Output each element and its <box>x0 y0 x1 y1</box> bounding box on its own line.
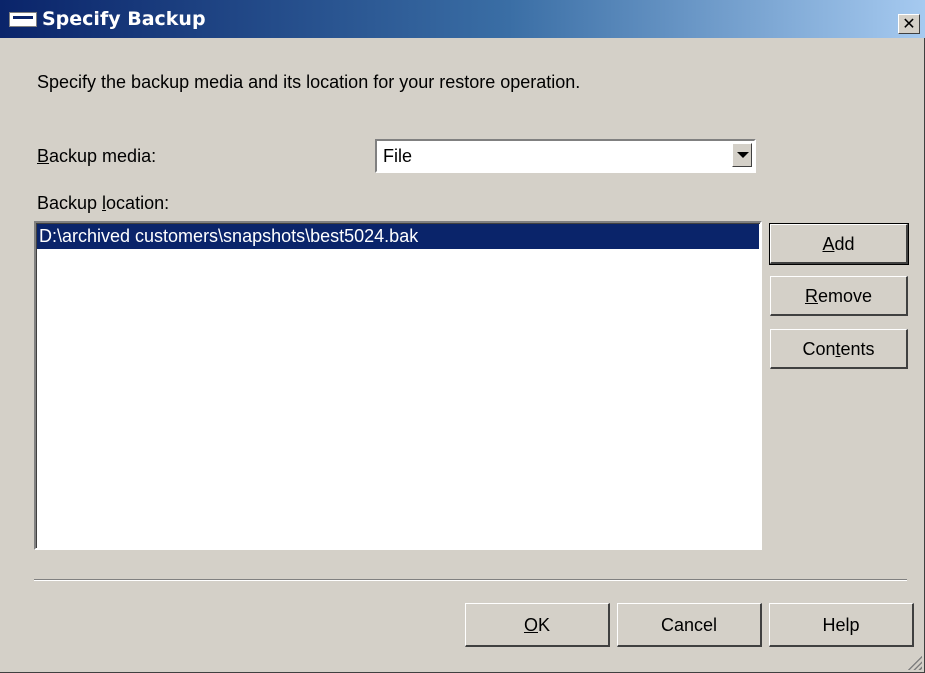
contents-button[interactable]: Contents <box>770 329 908 369</box>
cancel-button[interactable]: Cancel <box>617 603 762 647</box>
backup-media-value: File <box>383 146 413 166</box>
resize-grip-icon[interactable] <box>906 654 922 670</box>
chevron-down-icon[interactable] <box>732 143 752 167</box>
specify-backup-dialog: Specify Backup ✕ Specify the backup medi… <box>0 0 925 673</box>
close-icon[interactable]: ✕ <box>898 14 920 34</box>
list-item[interactable]: D:\archived customers\snapshots\best5024… <box>37 224 759 249</box>
backup-location-label: Backup location: <box>37 193 170 213</box>
backup-location-list[interactable]: D:\archived customers\snapshots\best5024… <box>34 221 762 550</box>
window-title: Specify Backup <box>42 8 206 30</box>
backup-media-select[interactable]: File <box>375 139 756 173</box>
instructions-text: Specify the backup media and its locatio… <box>37 72 581 92</box>
help-button[interactable]: Help <box>769 603 914 647</box>
remove-button[interactable]: Remove <box>770 276 908 316</box>
footer-separator <box>34 579 907 581</box>
window-icon <box>9 12 37 27</box>
backup-media-label: Backup media: <box>37 146 157 166</box>
title-bar[interactable]: Specify Backup ✕ <box>0 0 925 38</box>
add-button[interactable]: Add <box>769 223 909 265</box>
ok-button[interactable]: OK <box>465 603 610 647</box>
